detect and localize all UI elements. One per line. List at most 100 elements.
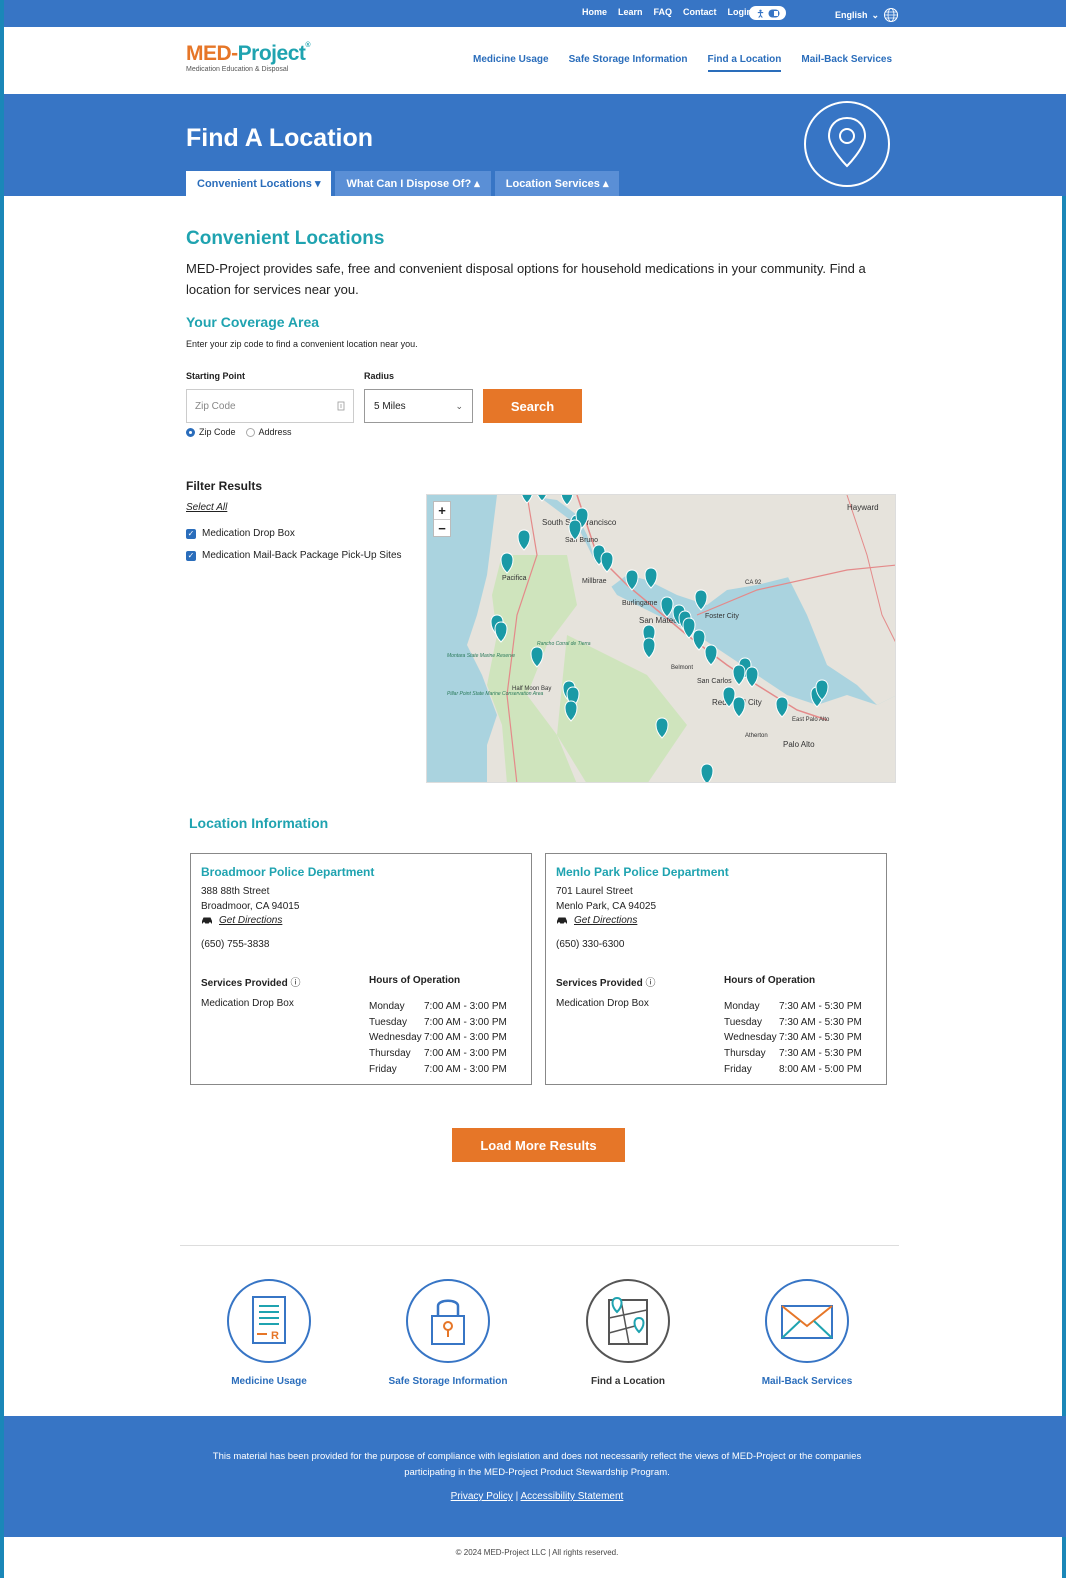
- zip-code-input[interactable]: Zip Code: [186, 389, 354, 423]
- autofill-icon: [337, 401, 345, 411]
- location-pin-icon: [804, 101, 890, 187]
- quick-link-mail-back[interactable]: Mail-Back Services: [742, 1278, 872, 1387]
- chevron-down-icon: ⌄: [455, 400, 463, 411]
- radio-address-label: Address: [258, 427, 292, 437]
- hours-list: Monday 7:00 AM - 3:00 PM Tuesday 7:00 AM -…: [369, 999, 507, 1078]
- hours-day: Wednesday: [724, 1032, 777, 1044]
- search-button[interactable]: Search: [483, 389, 582, 423]
- quick-link-find-location[interactable]: Find a Location: [563, 1278, 693, 1387]
- map-label: CA 92: [745, 580, 762, 586]
- radius-select[interactable]: 5 Miles ⌄: [364, 389, 473, 423]
- filter-mail-back-label: Medication Mail-Back Package Pick-Up Sit…: [202, 550, 402, 561]
- logo-registered-mark: ®: [305, 42, 311, 49]
- hours-day: Thursday: [724, 1048, 766, 1060]
- envelope-icon: [765, 1279, 849, 1363]
- get-directions-label: Get Directions: [219, 915, 283, 926]
- filter-mail-back-pickup[interactable]: ✓ Medication Mail-Back Package Pick-Up S…: [186, 550, 402, 561]
- site-footer: This material has been provided for the …: [4, 1416, 1066, 1537]
- select-all-link[interactable]: Select All: [186, 502, 227, 513]
- tab-what-can-i-dispose[interactable]: What Can I Dispose Of? ▴: [335, 171, 491, 196]
- map-canvas[interactable]: South San Francisco San Bruno Millbrae B…: [427, 495, 896, 783]
- map-label: Belmont: [671, 665, 693, 671]
- info-icon[interactable]: ⓘ: [646, 978, 656, 989]
- location-name[interactable]: Menlo Park Police Department: [556, 865, 876, 879]
- hours-time: 7:30 AM - 5:30 PM: [779, 1032, 862, 1044]
- hours-time: 7:00 AM - 3:00 PM: [424, 1001, 507, 1012]
- location-info-heading: Location Information: [189, 815, 329, 831]
- nav-find-location[interactable]: Find a Location: [707, 54, 782, 72]
- tab-location-services[interactable]: Location Services ▴: [494, 171, 620, 196]
- map-label: Burlingame: [622, 600, 658, 607]
- site-header: MED-Project® Medication Education & Disp…: [4, 27, 1066, 94]
- checkbox-checked[interactable]: ✓: [186, 550, 196, 561]
- tab-convenient-locations[interactable]: Convenient Locations ▾: [186, 171, 332, 196]
- quick-link-safe-storage[interactable]: Safe Storage Information: [383, 1278, 513, 1387]
- zoom-in-button[interactable]: +: [434, 502, 450, 519]
- accessibility-statement-link[interactable]: Accessibility Statement: [521, 1491, 624, 1502]
- starting-point-label: Starting Point: [186, 371, 245, 381]
- location-name[interactable]: Broadmoor Police Department: [201, 865, 521, 879]
- radio-selected-indicator: [186, 427, 195, 437]
- contact-link[interactable]: Contact: [683, 7, 717, 17]
- privacy-policy-link[interactable]: Privacy Policy: [451, 1491, 513, 1502]
- checkbox-checked[interactable]: ✓: [186, 528, 196, 539]
- copyright: © 2024 MED-Project LLC | All rights rese…: [455, 1548, 619, 1557]
- radio-zip-code[interactable]: Zip Code: [186, 427, 236, 437]
- faq-link[interactable]: FAQ: [654, 7, 673, 17]
- hours-time: 7:00 AM - 3:00 PM: [424, 1048, 507, 1060]
- location-phone[interactable]: (650) 755-3838: [201, 939, 521, 950]
- svg-text:R: R: [271, 1330, 279, 1342]
- search-mode-radios: Zip Code Address: [186, 427, 292, 437]
- hours-day: Monday: [724, 1001, 760, 1012]
- get-directions-link[interactable]: Get Directions: [556, 915, 876, 926]
- location-phone[interactable]: (650) 330-6300: [556, 939, 876, 950]
- filter-drop-box[interactable]: ✓ Medication Drop Box: [186, 528, 295, 539]
- utility-bar: Home Learn FAQ Contact Login English ⌄: [4, 0, 1066, 27]
- page-frame: Home Learn FAQ Contact Login English ⌄ M…: [0, 0, 1066, 1578]
- home-link[interactable]: Home: [582, 7, 607, 17]
- map-label: Millbrae: [582, 578, 607, 585]
- learn-link[interactable]: Learn: [618, 7, 643, 17]
- hours-list: Monday 7:30 AM - 5:30 PM Tuesday 7:30 AM -…: [724, 999, 862, 1078]
- map-pin-icon: [586, 1279, 670, 1363]
- map-zoom-controls: + −: [433, 501, 451, 537]
- services-heading: Services Provided ⓘ: [201, 974, 301, 989]
- hours-row: Tuesday 7:00 AM - 3:00 PM: [369, 1015, 507, 1031]
- radio-zip-label: Zip Code: [199, 427, 236, 437]
- quick-link-label: Mail-Back Services: [761, 1376, 853, 1387]
- chevron-down-icon: ⌄: [871, 9, 880, 20]
- hours-day: Tuesday: [369, 1016, 407, 1028]
- hours-time: 7:30 AM - 5:30 PM: [779, 1016, 862, 1028]
- hours-day: Monday: [369, 1001, 405, 1012]
- get-directions-link[interactable]: Get Directions: [201, 915, 521, 926]
- radio-unselected-indicator: [245, 427, 255, 437]
- coverage-heading: Your Coverage Area: [186, 314, 320, 330]
- load-more-button[interactable]: Load More Results: [452, 1128, 625, 1162]
- zoom-out-button[interactable]: −: [434, 519, 450, 536]
- hours-heading: Hours of Operation: [369, 975, 461, 986]
- nav-mail-back[interactable]: Mail-Back Services: [801, 54, 892, 72]
- language-label: English: [835, 10, 868, 20]
- quick-link-medicine-usage[interactable]: R Medicine Usage: [204, 1278, 334, 1387]
- nav-safe-storage[interactable]: Safe Storage Information: [569, 54, 688, 72]
- logo[interactable]: MED-Project®: [186, 42, 311, 66]
- footer-separator: |: [515, 1491, 519, 1502]
- section-divider: [180, 1245, 899, 1246]
- logo-med: MED-: [186, 42, 238, 65]
- location-map[interactable]: South San Francisco San Bruno Millbrae B…: [426, 494, 896, 783]
- logo-tagline: Medication Education & Disposal: [186, 66, 289, 73]
- nav-medicine-usage[interactable]: Medicine Usage: [473, 54, 549, 72]
- info-icon[interactable]: ⓘ: [291, 978, 301, 989]
- footer-disclaimer: This material has been provided for the …: [212, 1451, 862, 1478]
- hours-row: Monday 7:00 AM - 3:00 PM: [369, 999, 507, 1015]
- hours-time: 7:00 AM - 3:00 PM: [424, 1016, 507, 1028]
- radio-address[interactable]: Address: [245, 427, 292, 437]
- footer-links: Privacy Policy | Accessibility Statement: [4, 1491, 1066, 1502]
- quick-link-label: Find a Location: [591, 1376, 665, 1387]
- filter-heading: Filter Results: [186, 479, 263, 493]
- language-selector[interactable]: English ⌄: [835, 7, 899, 23]
- accessibility-toggle[interactable]: [749, 6, 786, 20]
- main-nav: Medicine Usage Safe Storage Information …: [473, 54, 912, 72]
- hours-time: 7:30 AM - 5:30 PM: [779, 1048, 862, 1060]
- map-label: San Bruno: [565, 537, 598, 544]
